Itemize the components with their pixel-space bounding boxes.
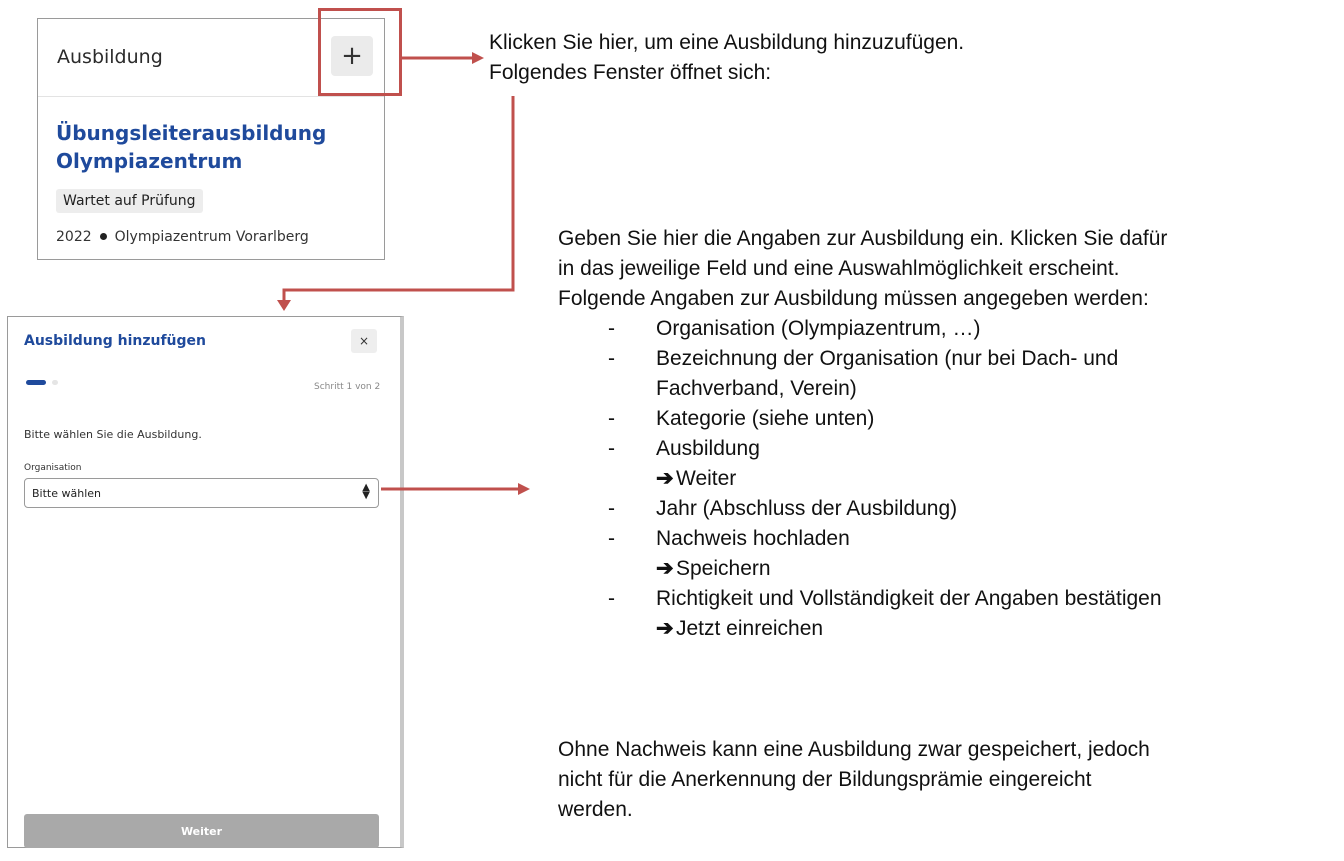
top-instruction-line: Klicken Sie hier, um eine Ausbildung hin… <box>489 31 965 54</box>
intro-line: Folgende Angaben zur Ausbildung müssen a… <box>558 287 1149 310</box>
course-title-link[interactable]: Übungsleiterausbildung Olympiazentrum <box>56 119 376 175</box>
list-item: - Bezeichnung der Organisation (nur bei D… <box>608 347 1119 370</box>
list-sub-step: ➔ Speichern <box>558 554 1338 584</box>
intro-line: Geben Sie hier die Angaben zur Ausbildun… <box>558 227 1168 250</box>
required-fields-list: - Organisation (Olympiazentrum, …) - Bezei… <box>558 314 1338 644</box>
arrowhead-right-mid <box>518 483 530 495</box>
main-instructions: Geben Sie hier die Angaben zur Ausbildun… <box>558 224 1338 644</box>
list-item: - Jahr (Abschluss der Ausbildung) <box>608 497 958 520</box>
list-item: - Nachweis hochladen <box>608 527 850 550</box>
closing-line: nicht für die Anerkennung der Bildungspr… <box>558 768 1092 791</box>
closing-line: werden. <box>558 798 633 821</box>
list-item: - Organisation (Olympiazentrum, …) <box>608 317 981 340</box>
arrow-right-icon: ➔ <box>656 467 674 490</box>
arrowhead-right-top <box>472 52 484 64</box>
select-value: Bitte wählen <box>32 487 101 500</box>
top-instruction: Klicken Sie hier, um eine Ausbildung hin… <box>489 28 964 88</box>
next-button-label: Weiter <box>180 824 223 838</box>
dialog-title: Ausbildung hinzufügen <box>24 333 206 349</box>
step-indicator-active <box>26 380 46 385</box>
list-item: - Kategorie (siehe unten) <box>608 407 875 430</box>
course-year: 2022 <box>56 229 92 245</box>
course-meta: 2022 Olympiazentrum Vorarlberg <box>56 229 309 245</box>
close-button[interactable]: × <box>351 329 377 353</box>
dialog-prompt: Bitte wählen Sie die Ausbildung. <box>24 428 202 441</box>
highlight-frame <box>318 8 402 96</box>
card-title: Ausbildung <box>57 46 163 68</box>
list-item: - Ausbildung <box>608 437 760 460</box>
status-badge: Wartet auf Prüfung <box>56 189 203 213</box>
select-arrows-icon: ▲ ▼ <box>362 482 370 501</box>
list-item: - Richtigkeit und Vollständigkeit der Ang… <box>608 587 1162 610</box>
organisation-label: Organisation <box>24 463 82 473</box>
closing-note: Ohne Nachweis kann eine Ausbildung zwar … <box>558 735 1318 825</box>
top-instruction-line: Folgendes Fenster öffnet sich: <box>489 61 772 84</box>
intro-line: in das jeweilige Feld und eine Auswahlmö… <box>558 257 1120 280</box>
close-icon: × <box>358 334 370 348</box>
step-indicator-inactive <box>52 380 58 385</box>
list-sub-step: ➔ Weiter <box>558 464 1338 494</box>
next-button[interactable]: Weiter <box>24 814 379 848</box>
bullet-dot-icon <box>99 233 107 240</box>
course-location: Olympiazentrum Vorarlberg <box>114 229 309 245</box>
closing-line: Ohne Nachweis kann eine Ausbildung zwar … <box>558 738 1150 761</box>
step-counter: Schritt 1 von 2 <box>314 382 381 392</box>
list-item-continuation: Fachverband, Verein) <box>656 377 857 400</box>
arrow-right-icon: ➔ <box>656 557 674 580</box>
arrow-right-icon: ➔ <box>656 617 674 640</box>
organisation-select[interactable]: Bitte wählen ▲ ▼ <box>24 478 379 508</box>
list-sub-step: ➔ Jetzt einreichen <box>558 614 1338 644</box>
arrowhead-down <box>277 300 291 311</box>
add-education-dialog: Ausbildung hinzufügen × Schritt 1 von 2 … <box>7 316 404 848</box>
